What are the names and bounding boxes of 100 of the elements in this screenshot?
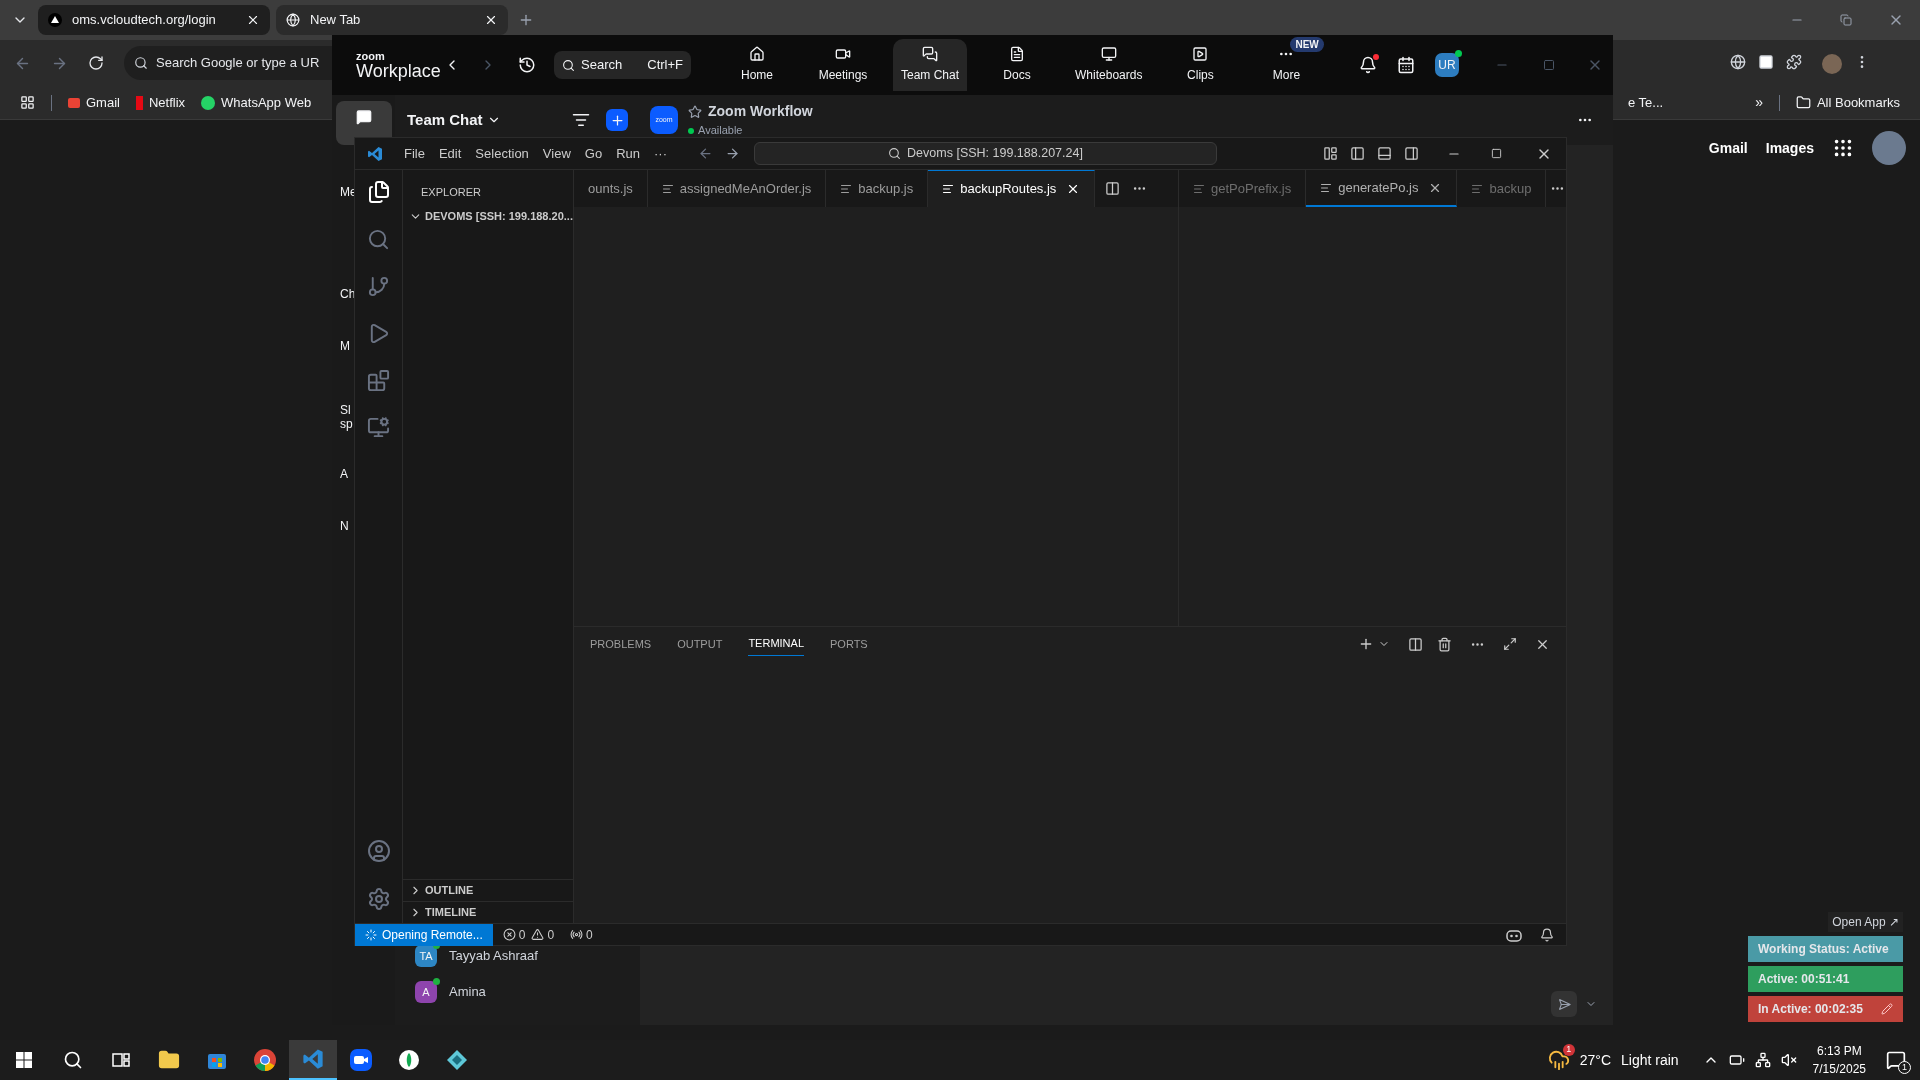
open-app-link[interactable]: Open App ↗ bbox=[1828, 912, 1903, 932]
panel-tab[interactable]: TERMINAL bbox=[748, 632, 804, 656]
globe-icon bbox=[286, 13, 300, 27]
editor-tab[interactable]: ounts.js bbox=[574, 170, 648, 207]
search-field[interactable]: Search Ctrl+F bbox=[554, 51, 691, 79]
tab-title: New Tab bbox=[310, 11, 362, 30]
menu-item[interactable]: View bbox=[535, 143, 578, 164]
panel-tab[interactable]: OUTPUT bbox=[677, 632, 723, 656]
nav-tab[interactable]: Home bbox=[721, 39, 793, 91]
close-icon[interactable] bbox=[484, 13, 498, 27]
google-link[interactable]: Images bbox=[1765, 137, 1814, 159]
editor-tab[interactable]: backupRoutes.js bbox=[928, 170, 1096, 207]
bookmark-link[interactable]: Netflix bbox=[135, 92, 186, 113]
split-terminal-icon[interactable] bbox=[1408, 636, 1423, 652]
more-bookmarks-button[interactable]: » bbox=[1755, 92, 1763, 113]
extension-icon[interactable] bbox=[1758, 54, 1774, 70]
problems-status[interactable]: 0 0 bbox=[502, 925, 555, 944]
remote-explorer-icon[interactable] bbox=[367, 416, 390, 439]
address-field[interactable]: Search Google or type a UR bbox=[124, 46, 332, 80]
extension-icon[interactable] bbox=[1730, 54, 1746, 70]
new-chat-button[interactable] bbox=[606, 109, 628, 131]
nav-tab[interactable]: Meetings bbox=[807, 39, 879, 91]
bookmark-link[interactable]: e Te... bbox=[1627, 92, 1664, 113]
restore-icon[interactable] bbox=[1840, 14, 1852, 26]
video-camera-icon bbox=[835, 46, 851, 62]
pencil-icon[interactable] bbox=[1881, 1003, 1893, 1015]
menu-item[interactable]: Go bbox=[577, 143, 610, 164]
browser-tab[interactable]: New Tab bbox=[276, 5, 508, 35]
extensions-icon[interactable] bbox=[1786, 54, 1802, 70]
search-icon[interactable] bbox=[63, 1050, 83, 1070]
nav-tab[interactable]: Clips bbox=[1164, 39, 1237, 91]
team-chat-title[interactable]: Team Chat bbox=[407, 108, 483, 132]
files-icon[interactable] bbox=[366, 180, 391, 204]
account-icon[interactable] bbox=[366, 839, 391, 863]
task-view-icon[interactable] bbox=[112, 1051, 130, 1069]
split-editor-icon[interactable] bbox=[1105, 181, 1121, 196]
editor-tab[interactable]: getPoPrefix.js bbox=[1179, 170, 1307, 207]
contact-name[interactable]: Amina bbox=[449, 982, 486, 1002]
menu-item[interactable]: Edit bbox=[431, 143, 469, 164]
new-tab-icon[interactable] bbox=[518, 12, 534, 28]
command-center[interactable]: Devoms [SSH: 199.188.207.24] bbox=[754, 142, 1217, 165]
apps-icon[interactable] bbox=[20, 95, 35, 110]
bookmark-link[interactable]: WhatsApp Web bbox=[201, 92, 312, 113]
branch-icon[interactable] bbox=[367, 275, 390, 298]
avatar[interactable] bbox=[1872, 131, 1906, 165]
send-button[interactable] bbox=[1551, 991, 1577, 1017]
nav-tab[interactable]: Whiteboards bbox=[1067, 39, 1151, 91]
apps-grid-icon[interactable] bbox=[1832, 137, 1854, 159]
ports-status[interactable]: 0 bbox=[570, 925, 593, 944]
clock-time[interactable]: 6:13 PM bbox=[1816, 1042, 1862, 1060]
filter-icon[interactable] bbox=[572, 111, 590, 129]
rail-label: M bbox=[340, 339, 350, 353]
editor-tab[interactable]: generatePo.js bbox=[1306, 170, 1458, 207]
close-icon[interactable] bbox=[246, 13, 260, 27]
battery-icon[interactable] bbox=[1728, 1052, 1745, 1068]
calendar-icon[interactable] bbox=[1397, 56, 1415, 74]
trash-icon[interactable] bbox=[1437, 636, 1452, 652]
weather-text[interactable]: Light rain bbox=[1621, 1049, 1679, 1071]
folder-icon bbox=[1795, 95, 1811, 110]
temperature[interactable]: 27°C bbox=[1579, 1049, 1611, 1071]
panel-right-icon[interactable] bbox=[1404, 146, 1419, 161]
network-icon[interactable] bbox=[1754, 1052, 1771, 1068]
folder-header[interactable]: DEVOMS [SSH: 199.188.20... bbox=[403, 208, 573, 225]
windows-start-icon[interactable] bbox=[16, 1052, 32, 1068]
menu-item[interactable]: File bbox=[397, 143, 432, 164]
browser-tab[interactable]: oms.vcloudtech.org/login bbox=[38, 5, 270, 35]
menu-item[interactable]: Run bbox=[609, 143, 647, 164]
remote-status[interactable]: Opening Remote... bbox=[355, 923, 493, 946]
reload-icon[interactable] bbox=[88, 55, 104, 71]
nav-label: Docs bbox=[1003, 67, 1031, 84]
menu-item[interactable]: ··· bbox=[647, 143, 674, 164]
collapsed-section[interactable]: OUTLINE bbox=[403, 879, 573, 901]
layout-icon[interactable] bbox=[1323, 146, 1338, 161]
settings-icon[interactable] bbox=[366, 887, 391, 911]
bell-icon[interactable] bbox=[1359, 56, 1377, 74]
nav-label: Meetings bbox=[818, 67, 868, 84]
panel-bottom-icon[interactable] bbox=[1377, 146, 1392, 161]
user-avatar[interactable]: UR bbox=[1435, 53, 1459, 77]
editor-tab[interactable]: assignedMeAnOrder.js bbox=[647, 170, 827, 207]
nav-tab[interactable]: Docs bbox=[981, 39, 1054, 91]
panel-tab[interactable]: PORTS bbox=[830, 632, 868, 656]
all-bookmarks-link[interactable]: All Bookmarks bbox=[1795, 92, 1900, 113]
star-icon[interactable] bbox=[688, 104, 702, 119]
panel-left-icon[interactable] bbox=[1350, 146, 1365, 161]
panel-tab[interactable]: PROBLEMS bbox=[590, 632, 652, 656]
contact-name[interactable]: Tayyab Ashraaf bbox=[449, 946, 538, 966]
history-icon[interactable] bbox=[518, 56, 536, 74]
maximize-panel-icon[interactable] bbox=[1503, 637, 1517, 651]
bell-icon[interactable] bbox=[1540, 927, 1554, 942]
google-link[interactable]: Gmail bbox=[1708, 137, 1748, 159]
nav-tab[interactable]: NEW More bbox=[1250, 39, 1323, 91]
menu-item[interactable]: Selection bbox=[468, 143, 536, 164]
forward-icon[interactable] bbox=[725, 146, 740, 161]
nav-tab[interactable]: Team Chat bbox=[893, 39, 968, 91]
editor-tab[interactable]: backup bbox=[1457, 170, 1547, 207]
muted-speaker-icon[interactable] bbox=[1780, 1052, 1797, 1068]
nav-label: Whiteboards bbox=[1075, 67, 1143, 84]
clock-date[interactable]: 7/15/2025 bbox=[1812, 1060, 1866, 1078]
bookmark-link[interactable]: Gmail bbox=[68, 92, 120, 113]
new-terminal-icon[interactable] bbox=[1358, 636, 1374, 652]
